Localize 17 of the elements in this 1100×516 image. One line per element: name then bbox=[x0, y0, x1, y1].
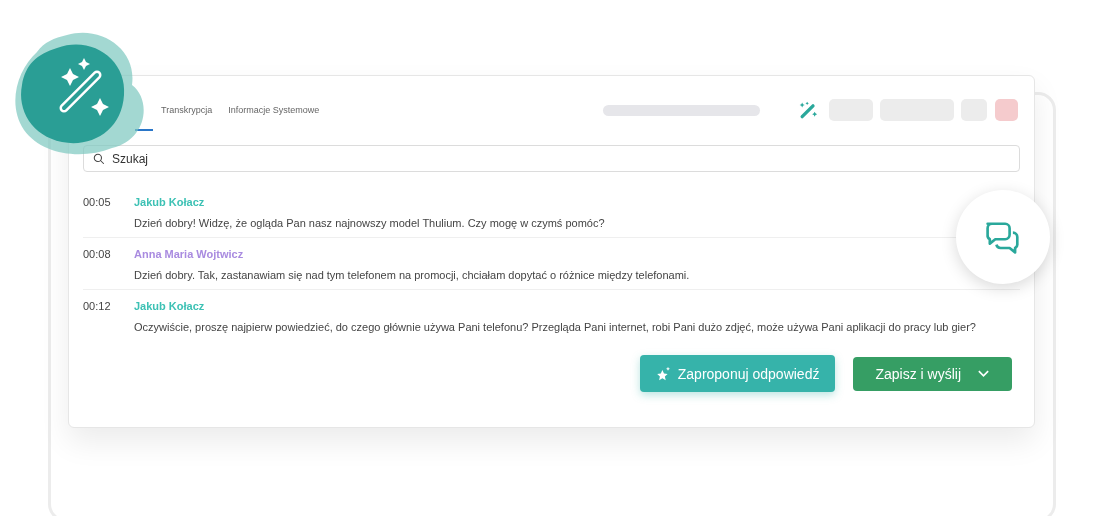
message-text: Dzień dobry! Widzę, że ogląda Pan nasz najnowszy model Thulium. Czy mogę w czymś pomóc? bbox=[134, 217, 605, 229]
magic-wand-icon[interactable] bbox=[798, 100, 818, 120]
timestamp: 00:05 bbox=[83, 196, 112, 210]
message-text: Dzień dobry. Tak, zastanawiam się nad tym telefonem na promocji, chciałam dopytać o różnice między telefonami. bbox=[134, 269, 690, 281]
speaker-name: Jakub Kołacz bbox=[134, 300, 206, 312]
tab[interactable]: Informacje Systemowe bbox=[220, 105, 328, 115]
message-text: Oczywiście, proszę najpierw powiedzieć, do czego głównie używa Pani telefonu? Przegląda Pani internet, robi Pani dużo zdjęć, może używa Pani aplikacji do pracy lub gier? bbox=[134, 321, 976, 333]
tab[interactable]: Transkrypcja bbox=[153, 105, 221, 115]
caret-icon bbox=[977, 369, 990, 379]
search-field[interactable]: Szukaj bbox=[83, 145, 1020, 172]
speaker-name: Anna Maria Wojtwicz bbox=[134, 248, 245, 260]
sparkle-icon bbox=[655, 365, 672, 382]
timestamp: 00:08 bbox=[83, 248, 112, 262]
timestamp: 00:12 bbox=[83, 300, 112, 314]
speaker-name: Jakub Kołacz bbox=[134, 196, 206, 208]
search-icon bbox=[93, 153, 105, 165]
save-send-button[interactable]: Zapisz i wyślij bbox=[853, 357, 1012, 391]
